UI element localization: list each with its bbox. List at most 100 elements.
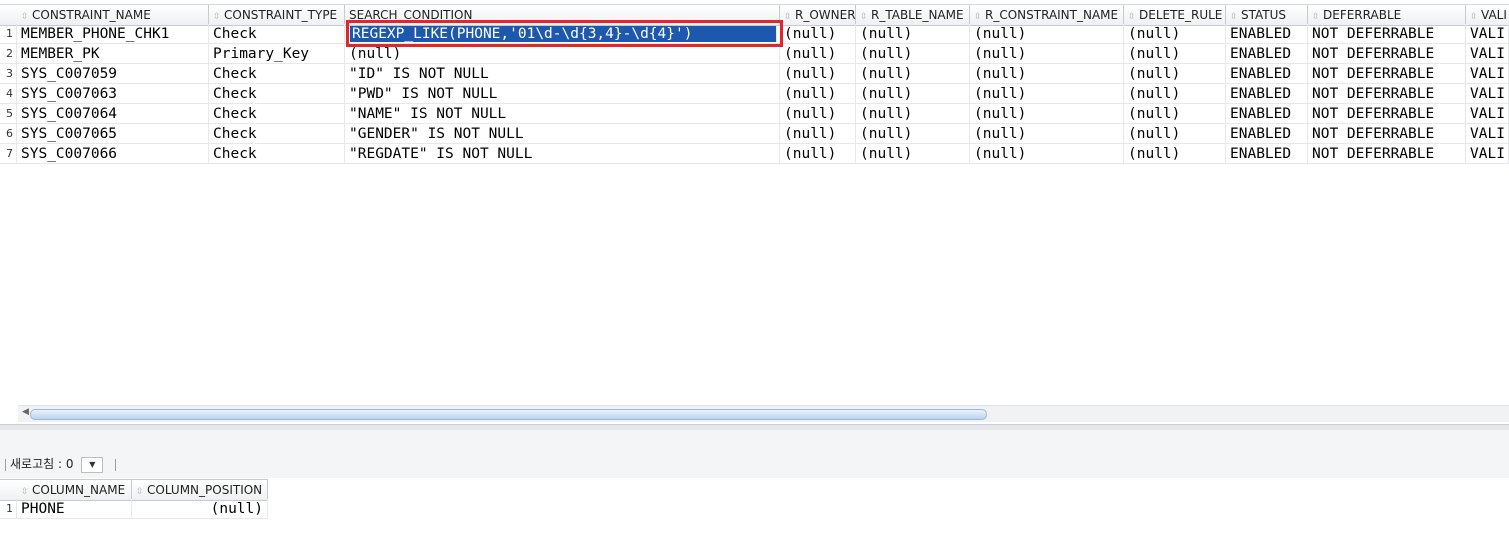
cell-search-condition[interactable]: (null) (347, 44, 780, 64)
chevron-down-icon[interactable]: ▼ (81, 456, 104, 473)
cell-constraint-name[interactable]: SYS_C007064 (19, 104, 209, 124)
cell-deferrable[interactable]: NOT DEFERRABLE (1310, 24, 1466, 44)
cell-r-owner[interactable]: (null) (782, 84, 856, 104)
col-header-delete-rule[interactable]: ⇳ DELETE_RULE (1124, 5, 1226, 25)
columns-grid-header: ⇳ COLUMN_NAME ⇳ COLUMN_POSITION (0, 479, 268, 501)
cell-r-table-name[interactable]: (null) (858, 44, 970, 64)
cell-deferrable[interactable]: NOT DEFERRABLE (1310, 144, 1466, 164)
cell-constraint-name[interactable]: MEMBER_PK (19, 44, 209, 64)
cell-delete-rule[interactable]: (null) (1126, 44, 1226, 64)
cell-r-table-name[interactable]: (null) (858, 64, 970, 84)
cell-r-owner[interactable]: (null) (782, 104, 856, 124)
cell-deferrable[interactable]: NOT DEFERRABLE (1310, 124, 1466, 144)
cell-constraint-type[interactable]: Check (211, 124, 345, 144)
cell-search-condition[interactable]: "REGDATE" IS NOT NULL (347, 144, 780, 164)
refresh-label: 새로고침 : (10, 457, 63, 471)
col-header-validated[interactable]: ⇳ VALI (1466, 5, 1509, 25)
col-header-column-position[interactable]: ⇳ COLUMN_POSITION (132, 480, 268, 500)
cell-r-constraint-name[interactable]: (null) (972, 104, 1124, 124)
cell-search-condition[interactable]: "ID" IS NOT NULL (347, 64, 780, 84)
table-row[interactable]: 5 SYS_C007064 Check "NAME" IS NOT NULL (null… (0, 104, 1509, 124)
col-header-r-table-name[interactable]: ⇳ R_TABLE_NAME (856, 5, 970, 25)
cell-r-table-name[interactable]: (null) (858, 104, 970, 124)
cell-status[interactable]: ENABLED (1228, 84, 1308, 104)
cell-status[interactable]: ENABLED (1228, 24, 1308, 44)
table-row[interactable]: 7 SYS_C007066 Check "REGDATE" IS NOT NULL (n… (0, 144, 1509, 164)
cell-r-constraint-name[interactable]: (null) (972, 24, 1124, 44)
cell-r-owner[interactable]: (null) (782, 124, 856, 144)
cell-r-table-name[interactable]: (null) (858, 84, 970, 104)
col-header-constraint-type[interactable]: ⇳ CONSTRAINT_TYPE (209, 5, 345, 25)
col-header-column-name[interactable]: ⇳ COLUMN_NAME (17, 480, 132, 500)
cell-status[interactable]: ENABLED (1228, 124, 1308, 144)
cell-validated[interactable]: VALI (1468, 104, 1509, 124)
cell-search-condition[interactable]: "GENDER" IS NOT NULL (347, 124, 780, 144)
table-row[interactable]: 6 SYS_C007065 Check "GENDER" IS NOT NULL (nu… (0, 124, 1509, 144)
refresh-value: 0 (65, 457, 74, 471)
col-header-r-owner[interactable]: ⇳ R_OWNER (780, 5, 856, 25)
cell-delete-rule[interactable]: (null) (1126, 124, 1226, 144)
cell-validated[interactable]: VALI (1468, 84, 1509, 104)
cell-status[interactable]: ENABLED (1228, 64, 1308, 84)
cell-r-table-name[interactable]: (null) (858, 144, 970, 164)
cell-constraint-type[interactable]: Check (211, 104, 345, 124)
cell-status[interactable]: ENABLED (1228, 44, 1308, 64)
row-number: 7 (0, 144, 17, 164)
cell-constraint-type[interactable]: Primary_Key (211, 44, 345, 64)
cell-r-constraint-name[interactable]: (null) (972, 124, 1124, 144)
cell-constraint-type[interactable]: Check (211, 64, 345, 84)
cell-validated[interactable]: VALI (1468, 124, 1509, 144)
cell-delete-rule[interactable]: (null) (1126, 84, 1226, 104)
cell-constraint-name[interactable]: SYS_C007065 (19, 124, 209, 144)
cell-r-table-name[interactable]: (null) (858, 124, 970, 144)
col-header-deferrable[interactable]: ⇳ DEFERRABLE (1308, 5, 1466, 25)
sort-icon: ⇳ (1128, 12, 1136, 22)
cell-constraint-type[interactable]: Check (211, 24, 345, 44)
col-header-r-constraint-name[interactable]: ⇳ R_CONSTRAINT_NAME (970, 5, 1124, 25)
cell-validated[interactable]: VALI (1468, 144, 1509, 164)
cell-status[interactable]: ENABLED (1228, 144, 1308, 164)
cell-r-owner[interactable]: (null) (782, 44, 856, 64)
cell-delete-rule[interactable]: (null) (1126, 64, 1226, 84)
cell-deferrable[interactable]: NOT DEFERRABLE (1310, 104, 1466, 124)
cell-constraint-name[interactable]: SYS_C007059 (19, 64, 209, 84)
cell-delete-rule[interactable]: (null) (1126, 144, 1226, 164)
cell-r-constraint-name[interactable]: (null) (972, 84, 1124, 104)
cell-r-owner[interactable]: (null) (782, 144, 856, 164)
col-header-constraint-name[interactable]: ⇳ CONSTRAINT_NAME (17, 5, 209, 25)
arrow-left-icon[interactable]: ◀ (22, 407, 29, 417)
cell-deferrable[interactable]: NOT DEFERRABLE (1310, 64, 1466, 84)
cell-search-condition[interactable]: "NAME" IS NOT NULL (347, 104, 780, 124)
cell-r-constraint-name[interactable]: (null) (972, 64, 1124, 84)
horizontal-scrollbar[interactable]: ◀ (18, 405, 1509, 422)
cell-validated[interactable]: VALI (1468, 44, 1509, 64)
table-row[interactable]: 1 PHONE (null) (0, 499, 268, 519)
cell-validated[interactable]: VALI (1468, 64, 1509, 84)
cell-constraint-name[interactable]: SYS_C007066 (19, 144, 209, 164)
scrollbar-thumb[interactable] (30, 409, 987, 420)
cell-constraint-name[interactable]: SYS_C007063 (19, 84, 209, 104)
cell-delete-rule[interactable]: (null) (1126, 24, 1226, 44)
cell-column-position[interactable]: (null) (132, 499, 268, 519)
cell-deferrable[interactable]: NOT DEFERRABLE (1310, 84, 1466, 104)
table-row[interactable]: 3 SYS_C007059 Check "ID" IS NOT NULL (null)(… (0, 64, 1509, 84)
cell-deferrable[interactable]: NOT DEFERRABLE (1310, 44, 1466, 64)
cell-r-owner[interactable]: (null) (782, 64, 856, 84)
cell-r-constraint-name[interactable]: (null) (972, 144, 1124, 164)
table-row[interactable]: 2 MEMBER_PK Primary_Key (null) (null) (null)(… (0, 44, 1509, 64)
cell-column-name[interactable]: PHONE (19, 499, 132, 519)
cell-r-table-name[interactable]: (null) (858, 24, 970, 44)
cell-delete-rule[interactable]: (null) (1126, 104, 1226, 124)
cell-validated[interactable]: VALI (1468, 24, 1509, 44)
table-row[interactable]: 4 SYS_C007063 Check "PWD" IS NOT NULL (null)… (0, 84, 1509, 104)
cell-r-constraint-name[interactable]: (null) (972, 44, 1124, 64)
col-header-status[interactable]: ⇳ STATUS (1226, 5, 1308, 25)
cell-constraint-type[interactable]: Check (211, 84, 345, 104)
row-number: 5 (0, 104, 17, 124)
sort-icon: ⇳ (860, 12, 868, 22)
cell-r-owner[interactable]: (null) (782, 24, 856, 44)
cell-constraint-name[interactable]: MEMBER_PHONE_CHK1 (19, 24, 209, 44)
cell-constraint-type[interactable]: Check (211, 144, 345, 164)
cell-search-condition[interactable]: "PWD" IS NOT NULL (347, 84, 780, 104)
cell-status[interactable]: ENABLED (1228, 104, 1308, 124)
